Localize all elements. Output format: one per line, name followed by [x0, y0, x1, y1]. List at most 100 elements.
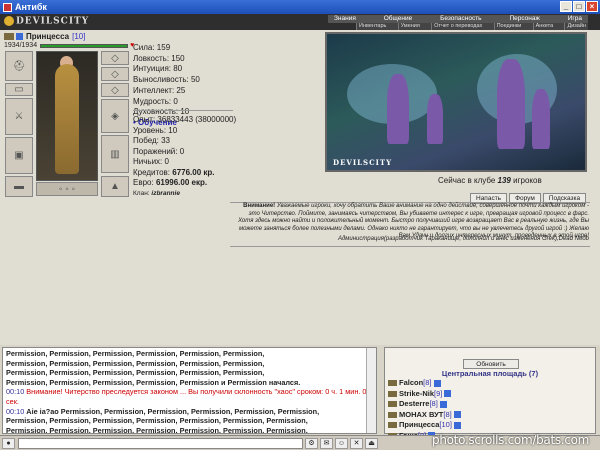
chat-icon[interactable]: ✉ — [320, 437, 333, 449]
armor-slot[interactable]: ▣ — [5, 137, 33, 174]
room-user-name[interactable]: Falcon — [399, 378, 423, 389]
menu-item-knowledge[interactable]: Знания — [328, 15, 362, 23]
close-button[interactable]: × — [586, 1, 598, 12]
stat-level: Уровень: 10 — [133, 126, 236, 137]
info-icon[interactable] — [439, 400, 447, 408]
room-user-name[interactable]: Принцесса — [399, 420, 439, 431]
ring-slots[interactable]: ◦ ◦ ◦ — [36, 182, 98, 196]
window-title: Антибк — [15, 2, 47, 12]
room-user-level: [10] — [439, 420, 452, 429]
flag-icon — [388, 380, 397, 387]
submenu-inventory[interactable]: Инвентарь — [356, 23, 388, 30]
scene-building — [427, 94, 443, 144]
notice-head: Внимание! — [243, 203, 276, 209]
submenu-design[interactable]: Дизайн — [564, 23, 588, 30]
room-user[interactable]: Falcon [8] — [388, 378, 588, 389]
maximize-button[interactable]: □ — [573, 1, 585, 12]
minimize-button[interactable]: _ — [560, 1, 572, 12]
online-suffix: игроков — [510, 176, 542, 185]
chat-line: Permission, Permission, Permission, Perm… — [6, 349, 373, 359]
submenu-battles[interactable]: Поединки — [493, 23, 524, 30]
smile-icon[interactable]: ☺ — [335, 437, 348, 449]
chat-text: Permission, Permission, Permission, Perm… — [6, 425, 308, 434]
hp-value: 1934/1934 — [4, 42, 38, 49]
room-user-name[interactable]: МОНАХ ВУТ — [399, 410, 443, 421]
ring-icon[interactable]: ● — [2, 437, 15, 449]
weapon-slot[interactable]: ⚔ — [5, 98, 33, 135]
chat-line: Permission, Permission, Permission, Perm… — [6, 378, 373, 388]
room-user[interactable]: Принцесса [10] — [388, 420, 588, 431]
belt-slot[interactable]: ▬ — [5, 176, 33, 197]
refresh-button[interactable]: Обновить — [463, 359, 519, 369]
stat-agility: Ловкость: 150 — [133, 53, 185, 63]
room-user-level: [8] — [443, 409, 452, 419]
info-icon[interactable] — [444, 390, 452, 398]
stat-label: Побед: — [133, 136, 162, 145]
stat-intellect: Интеллект: 25 — [133, 85, 186, 95]
boots-slot[interactable]: ▲ — [101, 176, 129, 197]
stat-losses: Поражений: 0 — [133, 147, 236, 158]
chat-input[interactable] — [18, 437, 303, 449]
location-image[interactable]: DEVILSCITY — [325, 32, 587, 172]
chat-text: Permission, Permission, Permission, Perm… — [6, 358, 265, 368]
room-user[interactable]: МОНАХ ВУТ [8] — [388, 410, 588, 421]
room-user-name[interactable]: Strike-Nik — [399, 389, 434, 400]
window-titlebar: Антибк _ □ × — [0, 0, 600, 14]
legs-slot[interactable]: ▥ — [101, 135, 129, 173]
shield-slot[interactable]: ◈ — [101, 99, 129, 133]
stat-wisdom: Мудрость: 0 — [133, 96, 178, 106]
avatar-body — [55, 64, 79, 174]
chat-log[interactable]: Permission, Permission, Permission, Perm… — [2, 347, 377, 434]
stat-value: 10 — [168, 125, 178, 135]
submenu-skills[interactable]: Умения — [397, 23, 422, 30]
clear-icon[interactable]: ✕ — [350, 437, 363, 449]
info-icon[interactable] — [16, 32, 23, 40]
flag-icon — [388, 401, 397, 408]
info-icon[interactable] — [453, 411, 461, 419]
stat-wins: Побед: 33 — [133, 136, 236, 147]
helmet-slot[interactable]: ⛑ — [5, 51, 33, 81]
character-progress: Опыт: 36833443 (38000000) Уровень: 10 По… — [133, 115, 236, 199]
menu-item-security[interactable]: Безопасность — [434, 15, 487, 23]
window-controls: _ □ × — [560, 1, 598, 12]
exit-icon[interactable]: ⏏ — [365, 437, 378, 449]
bracer-slot[interactable]: ▭ — [5, 83, 33, 96]
app-icon — [3, 2, 12, 12]
chat-time[interactable]: 00:10 — [6, 407, 24, 416]
stat-value: 36833443 (38000000) — [157, 115, 237, 124]
stat-label: Опыт: — [133, 115, 158, 124]
chat-time[interactable]: 00:10 — [6, 387, 24, 396]
stat-value: 0 — [179, 146, 185, 156]
chat-text: Внимание! Читерство преследуется законом… — [6, 387, 367, 406]
menu-item-character[interactable]: Персонаж — [503, 15, 545, 23]
clan-name[interactable]: izbrannie — [151, 190, 180, 197]
room-user[interactable]: Desterre [8] — [388, 399, 588, 410]
stat-credits: Кредитов: 6776.00 кр. — [133, 168, 236, 179]
chat-scrollbar[interactable] — [366, 348, 376, 433]
menu-item-communication[interactable]: Общение — [378, 15, 419, 23]
menu-item-game[interactable]: Игра — [562, 15, 588, 23]
submenu-transfers[interactable]: Отчет о переводах — [431, 23, 484, 30]
character-header: Принцесса [10] — [4, 31, 85, 41]
room-user-level: [8] — [429, 399, 438, 408]
submenu-profile[interactable]: Анкета — [532, 23, 556, 30]
amulet-slot[interactable]: ◇ — [101, 67, 129, 81]
stat-label: Евро: — [133, 178, 156, 187]
info-icon[interactable] — [433, 379, 441, 387]
chat-text: Aie ia?ao Permission, Permission, Permis… — [26, 406, 320, 416]
character-name[interactable]: Принцесса — [26, 32, 69, 41]
info-icon[interactable] — [453, 421, 461, 429]
gloves-slot[interactable]: ◇ — [101, 83, 129, 97]
flag-icon — [4, 32, 14, 40]
flag-icon — [388, 411, 397, 418]
stat-experience: Опыт: 36833443 (38000000) — [133, 115, 236, 126]
scene-building — [532, 89, 550, 149]
character-level: [10] — [72, 31, 86, 41]
logo-text: DEVILSCITY — [16, 16, 90, 27]
room-user[interactable]: Strike-Nik [9] — [388, 389, 588, 400]
settings-icon[interactable]: ⚙ — [305, 437, 318, 449]
hp-line: 1934/1934 ♥ — [4, 42, 134, 49]
stat-value: 6776.00 кр. — [172, 167, 215, 177]
earring-slot[interactable]: ◇ — [101, 51, 129, 65]
room-user-name[interactable]: Desterre — [399, 399, 429, 410]
